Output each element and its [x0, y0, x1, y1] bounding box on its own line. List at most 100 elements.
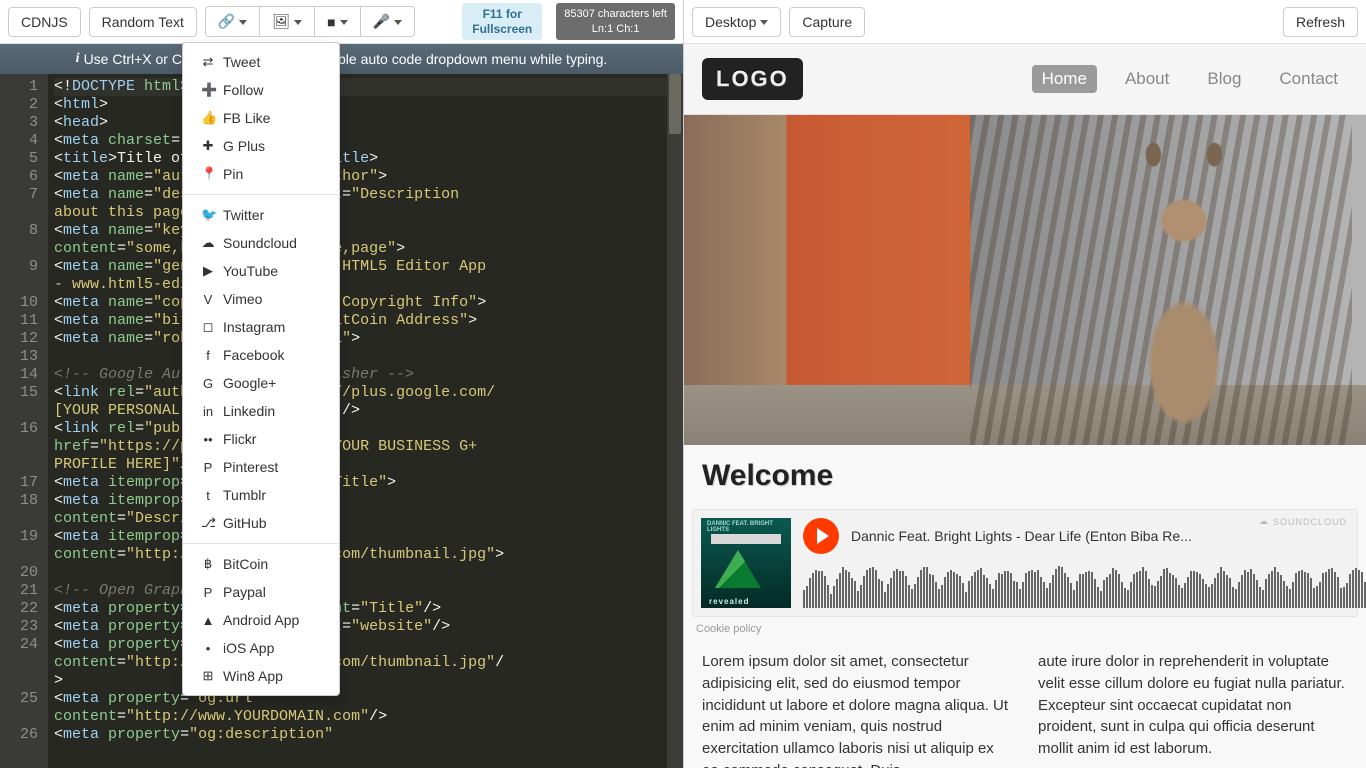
- dropdown-item-ios-app[interactable]: •iOS App: [183, 634, 339, 662]
- track-title[interactable]: Dannic Feat. Bright Lights - Dear Life (…: [851, 528, 1366, 544]
- welcome-section: Welcome: [684, 445, 1366, 501]
- cdnjs-button[interactable]: CDNJS: [8, 7, 81, 37]
- dropdown-item-label: Android App: [223, 612, 299, 628]
- body-text: Lorem ipsum dolor sit amet, consectetur …: [684, 637, 1366, 768]
- soundcloud-icon: ☁: [201, 235, 215, 251]
- dropdown-item-label: Facebook: [223, 347, 284, 363]
- google-plus-icon: G: [201, 376, 215, 391]
- insert-audio-dropdown[interactable]: 🎤: [360, 6, 415, 37]
- nav-item-blog[interactable]: Blog: [1197, 65, 1251, 93]
- soundcloud-widget[interactable]: ☁ SOUNDCLOUD DANNIC FEAT. BRIGHT LIGHTS …: [692, 509, 1358, 617]
- dropdown-item-pinterest[interactable]: P Pinterest: [183, 453, 339, 481]
- line-gutter: 1234567891011121314151617181920212223242…: [0, 74, 48, 768]
- linkedin-icon: in: [201, 404, 215, 419]
- user-plus-icon: ➕: [201, 82, 215, 98]
- hero-image: [684, 115, 1366, 445]
- dropdown-item-flickr[interactable]: ••Flickr: [183, 425, 339, 453]
- dropdown-item-label: Twitter: [223, 207, 264, 223]
- image-icon: 🖼: [272, 13, 290, 29]
- twitter-icon: 🐦: [201, 207, 215, 223]
- welcome-heading: Welcome: [702, 459, 1348, 493]
- github-icon: ⎇: [201, 515, 215, 531]
- mic-icon: 🎤: [373, 13, 390, 29]
- nav-item-about[interactable]: About: [1115, 65, 1179, 93]
- play-button[interactable]: [803, 518, 839, 554]
- dropdown-item-tweet[interactable]: ⇄Tweet: [183, 48, 339, 76]
- dropdown-item-label: Follow: [223, 82, 263, 98]
- site-nav: Home About Blog Contact: [1032, 65, 1348, 93]
- dropdown-divider: [183, 543, 339, 544]
- waveform[interactable]: 5:41: [803, 564, 1366, 608]
- dropdown-item-bitcoin[interactable]: ฿BitCoin: [183, 550, 339, 578]
- nav-item-home[interactable]: Home: [1032, 65, 1097, 93]
- dropdown-item-youtube[interactable]: ▶YouTube: [183, 257, 339, 285]
- pin-icon: 📍: [201, 166, 215, 182]
- thumbs-up-icon: 👍: [201, 110, 215, 126]
- dropdown-item-label: Win8 App: [223, 668, 283, 684]
- dropdown-item-google+[interactable]: G Google+: [183, 369, 339, 397]
- nav-item-contact[interactable]: Contact: [1269, 65, 1348, 93]
- site-logo: LOGO: [702, 58, 803, 100]
- retweet-icon: ⇄: [201, 54, 215, 70]
- dropdown-item-twitter[interactable]: 🐦 Twitter: [183, 201, 339, 229]
- windows-icon: ⊞: [201, 668, 215, 684]
- random-text-button[interactable]: Random Text: [89, 7, 197, 37]
- body-col-2: aute irure dolor in reprehenderit in vol…: [1038, 651, 1348, 768]
- insert-image-dropdown[interactable]: 🖼: [259, 6, 314, 37]
- dropdown-item-label: Pinterest: [223, 459, 278, 475]
- char-counter: 85307 characters left Ln:1 Ch:1: [556, 3, 675, 40]
- dropdown-item-instagram[interactable]: ◻ Instagram: [183, 313, 339, 341]
- dropdown-divider: [183, 194, 339, 195]
- dropdown-item-follow[interactable]: ➕ Follow: [183, 76, 339, 104]
- soundcloud-icon: ☁: [1259, 516, 1269, 527]
- dropdown-item-label: Pin: [223, 166, 243, 182]
- dropdown-item-github[interactable]: ⎇ GitHub: [183, 509, 339, 537]
- dropdown-item-label: Instagram: [223, 319, 285, 335]
- cookie-policy-link[interactable]: Cookie policy: [684, 617, 1366, 637]
- dropdown-item-label: Google+: [223, 375, 276, 391]
- insert-video-dropdown[interactable]: ■: [314, 6, 359, 37]
- editor-scrollbar[interactable]: [667, 74, 683, 768]
- dropdown-item-label: iOS App: [223, 640, 274, 656]
- dropdown-item-soundcloud[interactable]: ☁ Soundcloud: [183, 229, 339, 257]
- tumblr-icon: t: [201, 488, 215, 503]
- dropdown-item-facebook[interactable]: fFacebook: [183, 341, 339, 369]
- preview-toolbar: Desktop Capture Refresh: [684, 0, 1366, 44]
- refresh-button[interactable]: Refresh: [1283, 7, 1358, 37]
- preview-header: LOGO Home About Blog Contact: [684, 44, 1366, 115]
- paypal-icon: P: [201, 585, 215, 600]
- pinterest-icon: P: [201, 460, 215, 475]
- dropdown-item-paypal[interactable]: PPaypal: [183, 578, 339, 606]
- preview-pane: LOGO Home About Blog Contact Welcome ☁ SOUN…: [684, 44, 1366, 768]
- video-icon: ■: [327, 14, 335, 30]
- dropdown-item-pin[interactable]: 📍 Pin: [183, 160, 339, 188]
- dropdown-item-label: GitHub: [223, 515, 267, 531]
- share-dropdown: ⇄Tweet ➕ Follow 👍FB Like✚G Plus 📍 Pin 🐦 Twitter…: [182, 42, 340, 696]
- dropdown-item-fb-like[interactable]: 👍FB Like: [183, 104, 339, 132]
- code-area[interactable]: <!DOCTYPE html><html><head><meta charset…: [48, 74, 683, 768]
- capture-button[interactable]: Capture: [789, 7, 865, 37]
- tip-bar: i Use Ctrl+X or Ctrl+Space shortcut to e…: [0, 44, 683, 74]
- dropdown-item-tumblr[interactable]: t Tumblr: [183, 481, 339, 509]
- bitcoin-icon: ฿: [201, 556, 215, 572]
- viewport-dropdown[interactable]: Desktop: [692, 7, 781, 37]
- instagram-icon: ◻: [201, 319, 215, 335]
- dropdown-item-label: G Plus: [223, 138, 265, 154]
- insert-link-dropdown[interactable]: 🔗: [205, 6, 259, 37]
- soundcloud-brand: ☁ SOUNDCLOUD: [1259, 516, 1347, 527]
- body-col-1: Lorem ipsum dolor sit amet, consectetur …: [702, 651, 1012, 768]
- code-editor[interactable]: 1234567891011121314151617181920212223242…: [0, 74, 683, 768]
- info-icon: i: [76, 51, 80, 67]
- dropdown-item-android-app[interactable]: ▲Android App: [183, 606, 339, 634]
- dropdown-item-vimeo[interactable]: VVimeo: [183, 285, 339, 313]
- youtube-icon: ▶: [201, 263, 215, 279]
- dropdown-item-label: Tumblr: [223, 487, 266, 503]
- dropdown-item-linkedin[interactable]: in Linkedin: [183, 397, 339, 425]
- fullscreen-hint: F11 for Fullscreen: [462, 3, 542, 40]
- dropdown-item-g-plus[interactable]: ✚G Plus: [183, 132, 339, 160]
- dropdown-item-label: Vimeo: [223, 291, 262, 307]
- dropdown-item-label: Soundcloud: [223, 235, 297, 251]
- dropdown-item-win8-app[interactable]: ⊞ Win8 App: [183, 662, 339, 690]
- dropdown-item-label: Linkedin: [223, 403, 275, 419]
- link-icon: 🔗: [218, 13, 235, 29]
